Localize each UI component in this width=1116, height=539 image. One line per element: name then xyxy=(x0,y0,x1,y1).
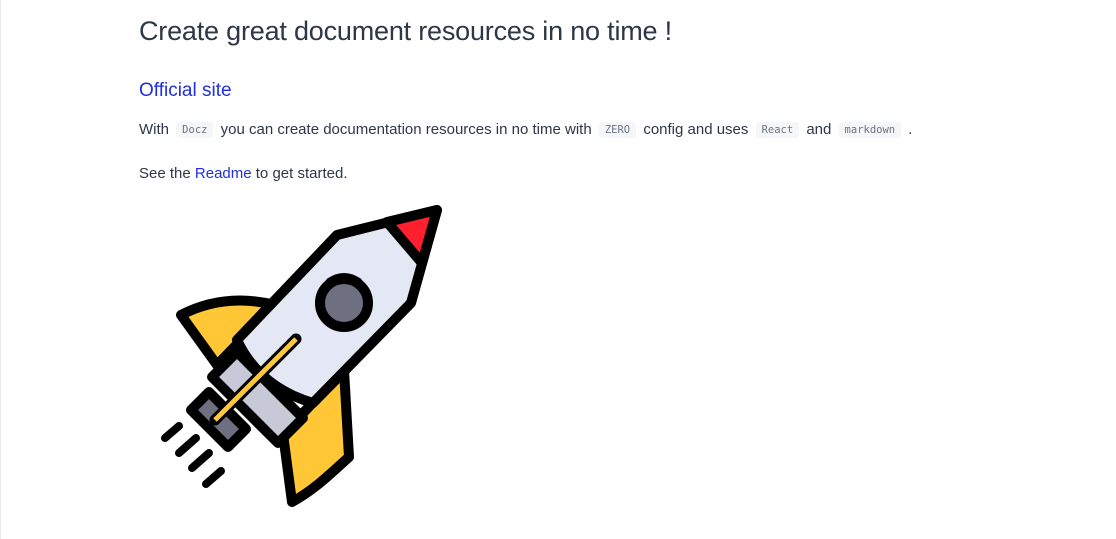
intro-middle-text: you can create documentation resources i… xyxy=(220,121,592,138)
official-site-link[interactable]: Official site xyxy=(139,80,232,101)
readme-before-text: See the xyxy=(139,165,191,182)
react-code: React xyxy=(755,122,800,138)
readme-paragraph: See the Readme to get started. xyxy=(139,163,348,185)
docz-code: Docz xyxy=(176,122,214,138)
intro-period: . xyxy=(908,121,913,138)
intro-and-text: and xyxy=(806,121,832,138)
zero-code: ZERO xyxy=(598,122,637,138)
rocket-icon xyxy=(161,205,442,507)
intro-config-text: config and uses xyxy=(643,121,749,138)
intro-with-text: With xyxy=(139,121,169,138)
official-site-heading: Official site xyxy=(139,78,232,104)
intro-paragraph: With Docz you can create documentation r… xyxy=(139,119,912,142)
readme-after-text: to get started. xyxy=(255,165,348,182)
readme-link[interactable]: Readme xyxy=(195,165,252,182)
page-left-border xyxy=(0,0,1,539)
markdown-code: markdown xyxy=(838,122,902,138)
page-title: Create great document resources in no ti… xyxy=(139,16,672,46)
